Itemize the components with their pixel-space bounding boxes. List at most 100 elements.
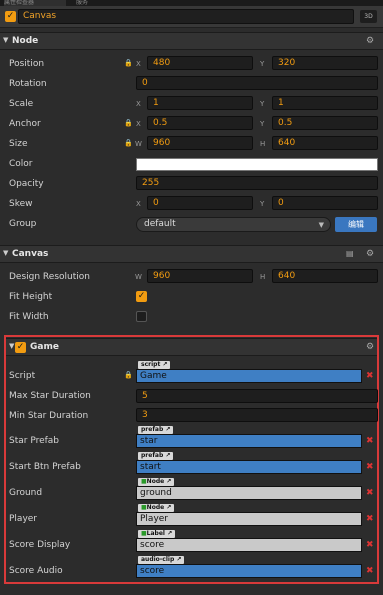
axis-w-label: W xyxy=(135,140,142,148)
group-select[interactable]: default ▼ xyxy=(136,217,331,232)
close-icon[interactable]: ✖ xyxy=(366,371,374,381)
position-x-input[interactable]: 480 xyxy=(147,56,253,70)
max-star-duration-input[interactable]: 5 xyxy=(136,389,378,403)
ground-label: Ground xyxy=(9,488,43,498)
script-label: Script xyxy=(9,371,36,381)
script-asset-field[interactable]: Game xyxy=(136,369,362,383)
section-title: Game xyxy=(30,342,59,352)
min-star-duration-label: Min Star Duration xyxy=(9,411,89,421)
3d-toggle-button[interactable]: 3D xyxy=(360,10,377,23)
section-title: Canvas xyxy=(12,249,49,259)
tag-label: Node xyxy=(146,504,165,511)
rotation-input[interactable]: 0 xyxy=(136,76,378,90)
axis-x-label: X xyxy=(136,100,141,108)
skew-x-input[interactable]: 0 xyxy=(147,196,253,210)
external-link-icon[interactable]: ↗ xyxy=(166,478,171,485)
node-name-input[interactable]: Canvas xyxy=(18,9,354,24)
lock-icon[interactable]: 🔒 xyxy=(124,139,133,147)
gear-icon[interactable]: ⚙ xyxy=(366,342,374,352)
color-label: Color xyxy=(9,159,33,169)
lock-icon[interactable]: 🔒 xyxy=(124,371,133,379)
axis-h-label: H xyxy=(260,273,266,281)
close-icon[interactable]: ✖ xyxy=(366,540,374,550)
score-audio-field[interactable]: score xyxy=(136,564,362,578)
score-display-field[interactable]: score xyxy=(136,538,362,552)
tag-label: prefab xyxy=(141,426,164,433)
opacity-label: Opacity xyxy=(9,179,44,189)
asset-type-tag: prefab ↗ xyxy=(138,426,174,434)
anchor-label: Anchor xyxy=(9,119,41,129)
skew-y-input[interactable]: 0 xyxy=(272,196,378,210)
tag-label: prefab xyxy=(141,452,164,459)
component-type-tag: ■Label ↗ xyxy=(138,530,176,538)
dropdown-arrow-icon: ▼ xyxy=(318,221,324,229)
size-height-input[interactable]: 640 xyxy=(272,136,378,150)
axis-x-label: X xyxy=(136,120,141,128)
star-prefab-label: Star Prefab xyxy=(9,436,60,446)
game-section-header[interactable]: ▼ ✓ Game ⚙ xyxy=(6,338,377,356)
anchor-y-input[interactable]: 0.5 xyxy=(272,116,378,130)
fit-height-checkbox[interactable]: ✓ xyxy=(136,291,147,302)
rotation-label: Rotation xyxy=(9,79,47,89)
ground-node-field[interactable]: ground xyxy=(136,486,362,500)
external-link-icon[interactable]: ↗ xyxy=(162,361,167,368)
scale-y-input[interactable]: 1 xyxy=(272,96,378,110)
node-section-header[interactable]: ▼ Node ⚙ xyxy=(0,32,383,50)
tag-label: Node xyxy=(146,478,165,485)
section-title: Node xyxy=(12,36,39,46)
player-node-field[interactable]: Player xyxy=(136,512,362,526)
triangle-down-icon: ▼ xyxy=(3,249,9,257)
size-width-input[interactable]: 960 xyxy=(147,136,253,150)
asset-type-tag: script ↗ xyxy=(138,361,171,369)
node-type-tag: ■Node ↗ xyxy=(138,478,175,486)
book-icon[interactable]: ▤ xyxy=(346,249,354,258)
tag-label: Label xyxy=(146,530,165,537)
close-icon[interactable]: ✖ xyxy=(366,488,374,498)
close-icon[interactable]: ✖ xyxy=(366,566,374,576)
max-star-duration-label: Max Star Duration xyxy=(9,391,91,401)
node-active-checkbox[interactable]: ✓ xyxy=(5,11,16,22)
scale-label: Scale xyxy=(9,99,34,109)
star-prefab-field[interactable]: star xyxy=(136,434,362,448)
opacity-input[interactable]: 255 xyxy=(136,176,378,190)
tag-label: script xyxy=(141,361,161,368)
size-label: Size xyxy=(9,139,28,149)
fit-width-label: Fit Width xyxy=(9,312,49,322)
min-star-duration-input[interactable]: 3 xyxy=(136,408,378,422)
axis-h-label: H xyxy=(260,140,266,148)
score-display-label: Score Display xyxy=(9,540,71,550)
gear-icon[interactable]: ⚙ xyxy=(366,36,374,46)
asset-type-tag: prefab ↗ xyxy=(138,452,174,460)
anchor-x-input[interactable]: 0.5 xyxy=(147,116,253,130)
axis-y-label: Y xyxy=(260,200,265,208)
start-btn-prefab-label: Start Btn Prefab xyxy=(9,462,81,472)
design-resolution-width-input[interactable]: 960 xyxy=(147,269,253,283)
color-picker-swatch[interactable] xyxy=(136,158,378,171)
fit-width-checkbox[interactable] xyxy=(136,311,147,322)
external-link-icon[interactable]: ↗ xyxy=(165,426,170,433)
external-link-icon[interactable]: ↗ xyxy=(166,504,171,511)
gear-icon[interactable]: ⚙ xyxy=(366,249,374,259)
lock-icon[interactable]: 🔒 xyxy=(124,119,133,127)
design-resolution-height-input[interactable]: 640 xyxy=(272,269,378,283)
start-btn-prefab-field[interactable]: start xyxy=(136,460,362,474)
axis-y-label: Y xyxy=(260,60,265,68)
close-icon[interactable]: ✖ xyxy=(366,436,374,446)
canvas-section-header[interactable]: ▼ Canvas ▤ ⚙ xyxy=(0,245,383,263)
node-header: ✓ Canvas 3D xyxy=(0,6,383,28)
asset-type-tag: audio-clip ↗ xyxy=(138,556,185,564)
edit-group-button[interactable]: 编辑 xyxy=(335,217,377,232)
external-link-icon[interactable]: ↗ xyxy=(167,530,172,537)
external-link-icon[interactable]: ↗ xyxy=(176,556,181,563)
axis-y-label: Y xyxy=(260,120,265,128)
scale-x-input[interactable]: 1 xyxy=(147,96,253,110)
close-icon[interactable]: ✖ xyxy=(366,462,374,472)
game-component-enabled-checkbox[interactable]: ✓ xyxy=(15,342,26,353)
lock-icon[interactable]: 🔒 xyxy=(124,59,133,67)
axis-x-label: X xyxy=(136,60,141,68)
close-icon[interactable]: ✖ xyxy=(366,514,374,524)
player-label: Player xyxy=(9,514,38,524)
external-link-icon[interactable]: ↗ xyxy=(165,452,170,459)
position-y-input[interactable]: 320 xyxy=(272,56,378,70)
axis-w-label: W xyxy=(135,273,142,281)
